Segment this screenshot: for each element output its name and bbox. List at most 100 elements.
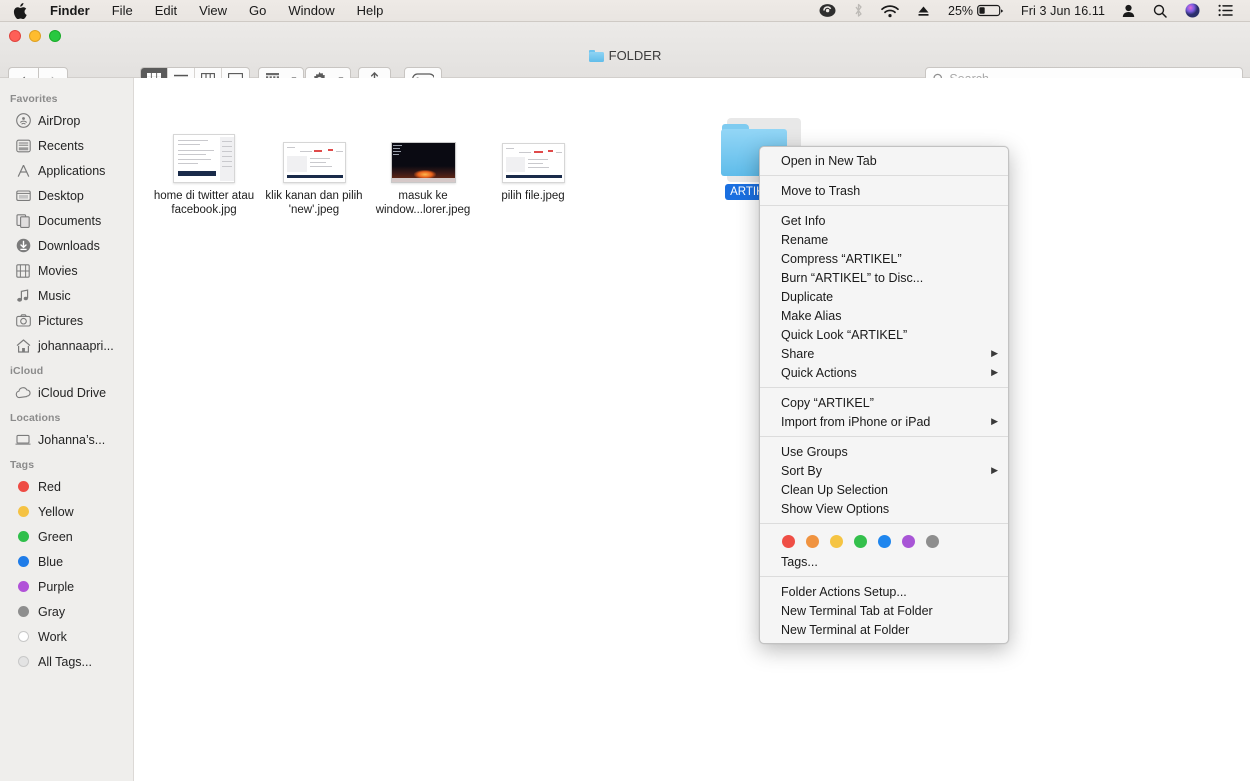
sidebar-tag-blue[interactable]: Blue <box>0 549 133 574</box>
menu-item-copy[interactable]: Copy “ARTIKEL” <box>760 393 1008 412</box>
sidebar-item-downloads[interactable]: Downloads <box>0 233 133 258</box>
context-menu[interactable]: Open in New Tab Move to Trash Get Info R… <box>759 146 1009 644</box>
creative-cloud-icon[interactable] <box>810 0 845 21</box>
menu-bar-status-items: 25% Fri 3 Jun 16.11 <box>810 0 1250 21</box>
menu-item-use-groups[interactable]: Use Groups <box>760 442 1008 461</box>
file-item[interactable]: home di twitter atau facebook.jpg <box>148 121 260 217</box>
menu-help[interactable]: Help <box>346 0 395 21</box>
tag-swatch-yellow[interactable] <box>830 535 843 548</box>
wifi-icon[interactable] <box>872 0 908 21</box>
sidebar[interactable]: Favorites AirDrop Recents Applications D… <box>0 78 134 781</box>
file-item[interactable]: klik kanan dan pilih 'new'.jpeg <box>258 121 370 217</box>
sidebar-all-tags[interactable]: All Tags... <box>0 649 133 674</box>
page-title: FOLDER <box>608 48 662 63</box>
sidebar-tag-red[interactable]: Red <box>0 474 133 499</box>
sidebar-tag-gray[interactable]: Gray <box>0 599 133 624</box>
menu-view[interactable]: View <box>188 0 238 21</box>
menu-file[interactable]: File <box>101 0 144 21</box>
menu-item-quick-actions[interactable]: Quick Actions ▶ <box>760 363 1008 382</box>
submenu-arrow-icon: ▶ <box>991 416 998 426</box>
menu-item-duplicate[interactable]: Duplicate <box>760 287 1008 306</box>
sidebar-section-favorites-header: Favorites <box>10 93 58 105</box>
menu-item-rename[interactable]: Rename <box>760 230 1008 249</box>
sidebar-item-label: Movies <box>38 263 78 278</box>
user-icon[interactable] <box>1113 0 1144 21</box>
tag-swatch-purple[interactable] <box>902 535 915 548</box>
menu-item-move-to-trash[interactable]: Move to Trash <box>760 181 1008 200</box>
menu-item-make-alias[interactable]: Make Alias <box>760 306 1008 325</box>
sidebar-item-airdrop[interactable]: AirDrop <box>0 108 133 133</box>
menu-go[interactable]: Go <box>238 0 277 21</box>
menu-item-burn-to-disc[interactable]: Burn “ARTIKEL” to Disc... <box>760 268 1008 287</box>
spotlight-search-icon[interactable] <box>1144 0 1176 21</box>
file-name-label: klik kanan dan pilih 'new'.jpeg <box>265 190 363 216</box>
menu-item-new-terminal-at-folder[interactable]: New Terminal at Folder <box>760 620 1008 639</box>
sidebar-tag-purple[interactable]: Purple <box>0 574 133 599</box>
menu-item-tags[interactable]: Tags... <box>760 552 1008 571</box>
close-button[interactable] <box>9 30 21 42</box>
sidebar-item-label: Desktop <box>38 188 84 203</box>
menu-item-quick-look[interactable]: Quick Look “ARTIKEL” <box>760 325 1008 344</box>
minimize-button[interactable] <box>29 30 41 42</box>
sidebar-item-recents[interactable]: Recents <box>0 133 133 158</box>
sidebar-item-home[interactable]: johannaapri... <box>0 333 133 358</box>
menu-item-sort-by[interactable]: Sort By ▶ <box>760 461 1008 480</box>
sidebar-item-desktop[interactable]: Desktop <box>0 183 133 208</box>
sidebar-section-tags-header: Tags <box>10 459 35 471</box>
menu-item-compress[interactable]: Compress “ARTIKEL” <box>760 249 1008 268</box>
sidebar-item-music[interactable]: Music <box>0 283 133 308</box>
menu-item-new-terminal-tab-at-folder[interactable]: New Terminal Tab at Folder <box>760 601 1008 620</box>
file-item[interactable]: masuk ke window...lorer.jpeg <box>367 121 479 217</box>
menu-item-show-view-options[interactable]: Show View Options <box>760 499 1008 518</box>
apple-menu-icon[interactable] <box>0 0 39 21</box>
tag-color-swatches[interactable] <box>760 529 1008 552</box>
tag-dot-icon <box>15 579 31 595</box>
sidebar-item-computer[interactable]: Johanna’s... <box>0 427 133 452</box>
tag-swatch-gray[interactable] <box>926 535 939 548</box>
menu-item-get-info[interactable]: Get Info <box>760 211 1008 230</box>
bluetooth-icon[interactable] <box>845 0 872 21</box>
file-thumbnail <box>148 121 260 183</box>
menu-bar-clock[interactable]: Fri 3 Jun 16.11 <box>1013 4 1113 18</box>
menu-item-clean-up-selection[interactable]: Clean Up Selection <box>760 480 1008 499</box>
eject-icon[interactable] <box>908 0 939 21</box>
menu-window[interactable]: Window <box>277 0 345 21</box>
tag-swatch-orange[interactable] <box>806 535 819 548</box>
window-controls <box>9 30 61 42</box>
documents-icon <box>15 213 31 229</box>
menu-item-open-in-new-tab[interactable]: Open in New Tab <box>760 151 1008 170</box>
sidebar-item-documents[interactable]: Documents <box>0 208 133 233</box>
sidebar-tag-yellow[interactable]: Yellow <box>0 499 133 524</box>
sidebar-item-movies[interactable]: Movies <box>0 258 133 283</box>
battery-indicator[interactable]: 25% <box>939 0 1013 21</box>
control-center-icon[interactable] <box>1209 0 1242 21</box>
finder-window: FOLDER ‹ › ▼ <box>0 22 1250 781</box>
sidebar-item-icloud-drive[interactable]: iCloud Drive <box>0 380 133 405</box>
menu-item-folder-actions-setup[interactable]: Folder Actions Setup... <box>760 582 1008 601</box>
sidebar-item-label: Documents <box>38 213 102 228</box>
sidebar-item-applications[interactable]: Applications <box>0 158 133 183</box>
tag-swatch-blue[interactable] <box>878 535 891 548</box>
file-browser-content[interactable]: home di twitter atau facebook.jpg klik k… <box>135 78 1250 781</box>
zoom-button[interactable] <box>49 30 61 42</box>
sidebar-tag-work[interactable]: Work <box>0 624 133 649</box>
file-item[interactable]: pilih file.jpeg <box>477 121 589 203</box>
sidebar-item-pictures[interactable]: Pictures <box>0 308 133 333</box>
menu-separator <box>760 436 1008 437</box>
menu-item-import-from-iphone[interactable]: Import from iPhone or iPad ▶ <box>760 412 1008 431</box>
menu-edit[interactable]: Edit <box>144 0 188 21</box>
airdrop-icon <box>15 113 31 129</box>
battery-percent-label: 25% <box>948 3 974 18</box>
file-name-label: masuk ke window...lorer.jpeg <box>375 190 471 216</box>
sidebar-tag-green[interactable]: Green <box>0 524 133 549</box>
tag-swatch-red[interactable] <box>782 535 795 548</box>
menu-finder[interactable]: Finder <box>39 0 101 21</box>
pictures-icon <box>15 313 31 329</box>
sidebar-item-label: iCloud Drive <box>38 385 107 400</box>
laptop-icon <box>15 432 31 448</box>
menu-item-share[interactable]: Share ▶ <box>760 344 1008 363</box>
tag-swatch-green[interactable] <box>854 535 867 548</box>
sidebar-item-label: Work <box>38 629 67 644</box>
sidebar-item-label: Johanna’s... <box>38 432 106 447</box>
siri-icon[interactable] <box>1176 0 1209 21</box>
